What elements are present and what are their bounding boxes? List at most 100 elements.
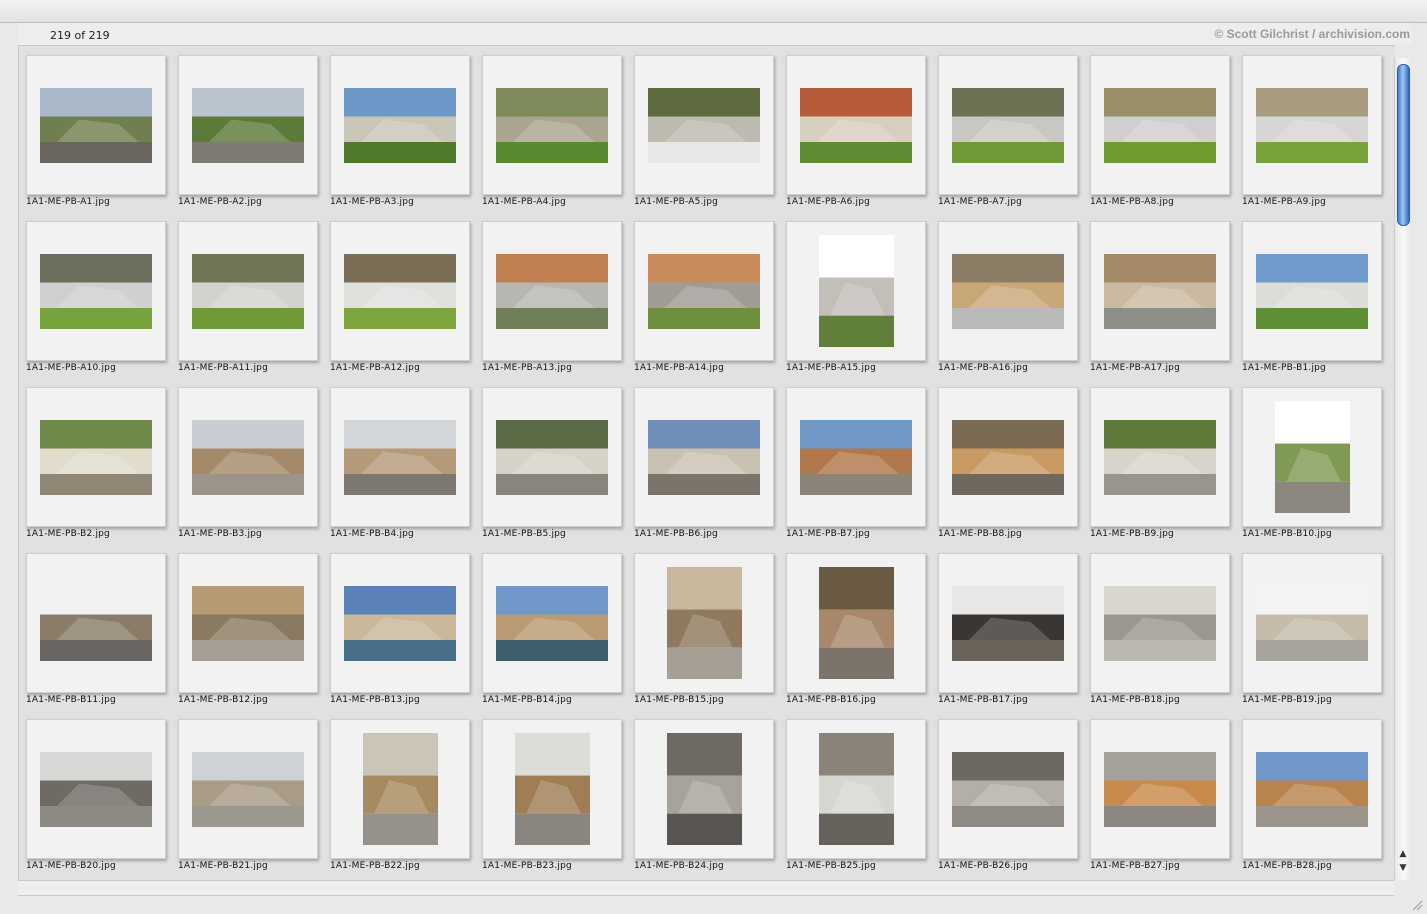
photo-thumbnail[interactable] (1104, 419, 1216, 495)
thumbnail-item[interactable]: 1A1-ME-PB-A14.jpg (627, 212, 779, 378)
photo-thumbnail[interactable] (666, 733, 742, 845)
slide-frame[interactable] (26, 55, 166, 195)
thumbnail-item[interactable]: 1A1-ME-PB-B24.jpg (627, 710, 779, 876)
thumbnail-item[interactable]: 1A1-ME-PB-B8.jpg (931, 378, 1083, 544)
slide-frame[interactable] (786, 719, 926, 859)
slide-frame[interactable] (1242, 553, 1382, 693)
thumbnail-item[interactable]: 1A1-ME-PB-A3.jpg (323, 46, 475, 212)
thumbnail-item[interactable]: 1A1-ME-PB-A2.jpg (171, 46, 323, 212)
thumbnail-item[interactable]: 1A1-ME-PB-B9.jpg (1083, 378, 1235, 544)
thumbnail-item[interactable]: 1A1-ME-PB-A7.jpg (931, 46, 1083, 212)
slide-frame[interactable] (26, 553, 166, 693)
photo-thumbnail[interactable] (192, 751, 304, 827)
slide-frame[interactable] (938, 387, 1078, 527)
photo-thumbnail[interactable] (40, 751, 152, 827)
photo-thumbnail[interactable] (344, 87, 456, 163)
thumbnail-item[interactable]: 1A1-ME-PB-B10.jpg (1235, 378, 1387, 544)
slide-frame[interactable] (178, 553, 318, 693)
slide-frame[interactable] (938, 221, 1078, 361)
photo-thumbnail[interactable] (344, 253, 456, 329)
thumbnail-item[interactable]: 1A1-ME-PB-A10.jpg (19, 212, 171, 378)
thumbnail-item[interactable]: 1A1-ME-PB-A1.jpg (19, 46, 171, 212)
photo-thumbnail[interactable] (952, 87, 1064, 163)
photo-thumbnail[interactable] (952, 751, 1064, 827)
thumbnail-item[interactable]: 1A1-ME-PB-B3.jpg (171, 378, 323, 544)
scrollbar-thumb[interactable] (1397, 64, 1410, 226)
photo-thumbnail[interactable] (192, 253, 304, 329)
thumbnail-item[interactable]: 1A1-ME-PB-A15.jpg (779, 212, 931, 378)
photo-thumbnail[interactable] (192, 585, 304, 661)
photo-thumbnail[interactable] (40, 87, 152, 163)
slide-frame[interactable] (178, 719, 318, 859)
slide-frame[interactable] (482, 553, 622, 693)
photo-thumbnail[interactable] (818, 733, 894, 845)
thumbnail-item[interactable]: 1A1-ME-PB-B12.jpg (171, 544, 323, 710)
slide-frame[interactable] (1242, 221, 1382, 361)
slide-frame[interactable] (634, 553, 774, 693)
photo-thumbnail[interactable] (648, 419, 760, 495)
photo-thumbnail[interactable] (496, 585, 608, 661)
photo-thumbnail[interactable] (1274, 401, 1350, 513)
photo-thumbnail[interactable] (1104, 87, 1216, 163)
photo-thumbnail[interactable] (362, 733, 438, 845)
photo-thumbnail[interactable] (1256, 585, 1368, 661)
thumbnail-item[interactable]: 1A1-ME-PB-B4.jpg (323, 378, 475, 544)
slide-frame[interactable] (330, 553, 470, 693)
slide-frame[interactable] (330, 719, 470, 859)
thumbnail-item[interactable]: 1A1-ME-PB-A4.jpg (475, 46, 627, 212)
slide-frame[interactable] (330, 221, 470, 361)
slide-frame[interactable] (26, 387, 166, 527)
thumbnail-item[interactable]: 1A1-ME-PB-A8.jpg (1083, 46, 1235, 212)
photo-thumbnail[interactable] (192, 87, 304, 163)
thumbnail-item[interactable]: 1A1-ME-PB-B16.jpg (779, 544, 931, 710)
thumbnail-item[interactable]: 1A1-ME-PB-B1.jpg (1235, 212, 1387, 378)
slide-frame[interactable] (482, 719, 622, 859)
slide-frame[interactable] (634, 55, 774, 195)
slide-frame[interactable] (1242, 55, 1382, 195)
photo-thumbnail[interactable] (952, 585, 1064, 661)
photo-thumbnail[interactable] (40, 585, 152, 661)
photo-thumbnail[interactable] (800, 419, 912, 495)
slide-frame[interactable] (1090, 553, 1230, 693)
photo-thumbnail[interactable] (666, 567, 742, 679)
photo-thumbnail[interactable] (40, 419, 152, 495)
scroll-up-arrow-icon[interactable]: ▲ (1397, 848, 1409, 860)
slide-frame[interactable] (634, 719, 774, 859)
thumbnail-item[interactable]: 1A1-ME-PB-A12.jpg (323, 212, 475, 378)
thumbnail-item[interactable]: 1A1-ME-PB-A9.jpg (1235, 46, 1387, 212)
thumbnail-item[interactable]: 1A1-ME-PB-B6.jpg (627, 378, 779, 544)
slide-frame[interactable] (178, 387, 318, 527)
thumbnail-item[interactable]: 1A1-ME-PB-B20.jpg (19, 710, 171, 876)
thumbnail-item[interactable]: 1A1-ME-PB-B27.jpg (1083, 710, 1235, 876)
slide-frame[interactable] (786, 221, 926, 361)
slide-frame[interactable] (482, 55, 622, 195)
thumbnail-item[interactable]: 1A1-ME-PB-B26.jpg (931, 710, 1083, 876)
thumbnail-item[interactable]: 1A1-ME-PB-B14.jpg (475, 544, 627, 710)
photo-thumbnail[interactable] (648, 87, 760, 163)
photo-thumbnail[interactable] (344, 419, 456, 495)
thumbnail-item[interactable]: 1A1-ME-PB-A17.jpg (1083, 212, 1235, 378)
vertical-scrollbar[interactable]: ▲ ▼ (1394, 58, 1411, 880)
photo-thumbnail[interactable] (192, 419, 304, 495)
thumbnail-item[interactable]: 1A1-ME-PB-B17.jpg (931, 544, 1083, 710)
slide-frame[interactable] (1090, 719, 1230, 859)
thumbnail-item[interactable]: 1A1-ME-PB-A13.jpg (475, 212, 627, 378)
photo-thumbnail[interactable] (496, 87, 608, 163)
thumbnail-item[interactable]: 1A1-ME-PB-B19.jpg (1235, 544, 1387, 710)
photo-thumbnail[interactable] (952, 253, 1064, 329)
thumbnail-item[interactable]: 1A1-ME-PB-A6.jpg (779, 46, 931, 212)
thumbnail-item[interactable]: 1A1-ME-PB-B11.jpg (19, 544, 171, 710)
slide-frame[interactable] (1090, 387, 1230, 527)
thumbnail-item[interactable]: 1A1-ME-PB-A16.jpg (931, 212, 1083, 378)
photo-thumbnail[interactable] (1256, 87, 1368, 163)
slide-frame[interactable] (1242, 387, 1382, 527)
slide-frame[interactable] (178, 221, 318, 361)
slide-frame[interactable] (178, 55, 318, 195)
photo-thumbnail[interactable] (514, 733, 590, 845)
thumbnail-item[interactable]: 1A1-ME-PB-B5.jpg (475, 378, 627, 544)
photo-thumbnail[interactable] (1256, 253, 1368, 329)
photo-thumbnail[interactable] (818, 567, 894, 679)
scroll-down-arrow-icon[interactable]: ▼ (1397, 862, 1409, 874)
slide-frame[interactable] (482, 221, 622, 361)
photo-thumbnail[interactable] (1104, 585, 1216, 661)
